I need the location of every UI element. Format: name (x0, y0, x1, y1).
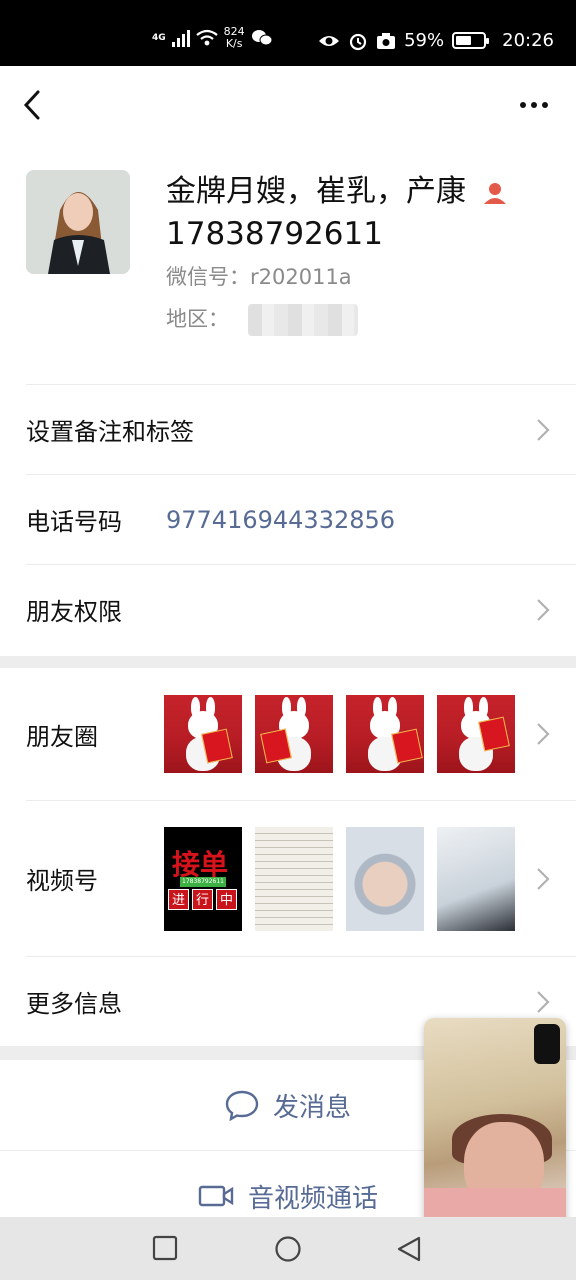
phone-row[interactable]: 电话号码 977416944332856 (26, 474, 576, 564)
phone-label: 电话号码 (26, 508, 122, 536)
channel-thumb-char: 进 (168, 889, 189, 910)
moments-label: 朋友圈 (26, 722, 98, 751)
wifi-icon (195, 29, 218, 46)
back-button[interactable] (18, 88, 48, 122)
more-dot (520, 102, 526, 108)
channels-thumbnail: 接单 17838792611 进 行 中 (164, 827, 242, 931)
self-view-preview[interactable] (534, 1024, 560, 1064)
avatar[interactable] (26, 170, 130, 274)
region: 地区： (166, 303, 358, 336)
profile-phone: 17838792611 (166, 216, 383, 252)
send-message-label: 发消息 (272, 1092, 351, 1123)
network-type: 4G (152, 33, 166, 43)
more-dot (531, 102, 537, 108)
status-bar: 4G 824 K/s 59% 20:26 (0, 0, 576, 66)
chevron-right-icon (537, 418, 550, 441)
floating-video-window[interactable] (424, 1018, 566, 1232)
battery-icon (452, 32, 490, 49)
channel-thumb-char: 行 (192, 889, 213, 910)
more-info-label: 更多信息 (26, 990, 122, 1018)
navigation-bar (0, 1217, 576, 1280)
video-call-label: 音视频通话 (247, 1183, 378, 1214)
region-blurred (247, 304, 358, 336)
chevron-left-icon (23, 90, 40, 120)
channels-thumbnails: 接单 17838792611 进 行 中 (164, 827, 515, 931)
eye-icon (319, 35, 340, 46)
profile-name-text: 金牌月嫂，崔乳，产康 (166, 174, 466, 209)
friend-permissions-label: 朋友权限 (26, 598, 122, 626)
channels-thumbnail (346, 827, 424, 931)
channels-thumbnail (437, 827, 515, 931)
avatar-image (26, 170, 130, 274)
moments-thumbnail (164, 695, 242, 773)
channels-label: 视频号 (26, 867, 98, 895)
media-section: 朋友圈 视频号 接单 17838792611 进 行 中 更多信息 (0, 668, 576, 1046)
remark-tags-label: 设置备注和标签 (26, 418, 194, 446)
camera-icon (377, 32, 396, 49)
chevron-right-icon (537, 723, 550, 745)
remark-tags-row[interactable]: 设置备注和标签 (26, 384, 576, 474)
signal-icon (171, 29, 190, 47)
alarm-icon (350, 33, 367, 50)
region-label: 地区： (166, 307, 229, 331)
chevron-right-icon (537, 867, 550, 890)
battery-fill (456, 36, 472, 45)
channel-thumb-boxes: 进 行 中 (168, 889, 237, 910)
more-button[interactable] (520, 102, 548, 108)
network-speed: 824 K/s (224, 26, 245, 50)
wechat-notification-icon (251, 30, 273, 46)
home-button[interactable] (274, 1235, 302, 1263)
speed-unit: K/s (225, 37, 243, 50)
friend-permissions-row[interactable]: 朋友权限 (26, 564, 576, 654)
more-dot (542, 102, 548, 108)
moments-thumbnail (437, 695, 515, 773)
chevron-right-icon (537, 990, 550, 1013)
channel-thumb-char: 中 (216, 889, 237, 910)
chevron-right-icon (537, 598, 550, 621)
profile-name: 金牌月嫂，崔乳，产康 (166, 172, 508, 212)
person-badge-icon (483, 182, 506, 204)
chat-bubble-icon (225, 1090, 259, 1121)
channel-thumb-phone: 17838792611 (180, 877, 226, 887)
recent-apps-button[interactable] (152, 1235, 178, 1261)
profile-section: 金牌月嫂，崔乳，产康 17838792611 微信号：r202011a 地区： … (0, 66, 576, 656)
status-left: 4G 824 K/s (152, 26, 273, 50)
moments-row[interactable]: 朋友圈 (26, 668, 576, 800)
moments-thumbnails (164, 695, 515, 773)
video-camera-icon (198, 1185, 234, 1207)
moments-thumbnail (346, 695, 424, 773)
status-right: 59% 20:26 (318, 30, 554, 51)
channels-row[interactable]: 视频号 接单 17838792611 进 行 中 (26, 800, 576, 956)
channels-thumbnail (255, 827, 333, 931)
wechat-id: 微信号：r202011a (166, 265, 352, 289)
phone-value[interactable]: 977416944332856 (166, 506, 395, 534)
battery-percent: 59% (404, 30, 445, 51)
back-nav-button[interactable] (396, 1235, 422, 1263)
moments-thumbnail (255, 695, 333, 773)
clock: 20:26 (502, 30, 554, 51)
